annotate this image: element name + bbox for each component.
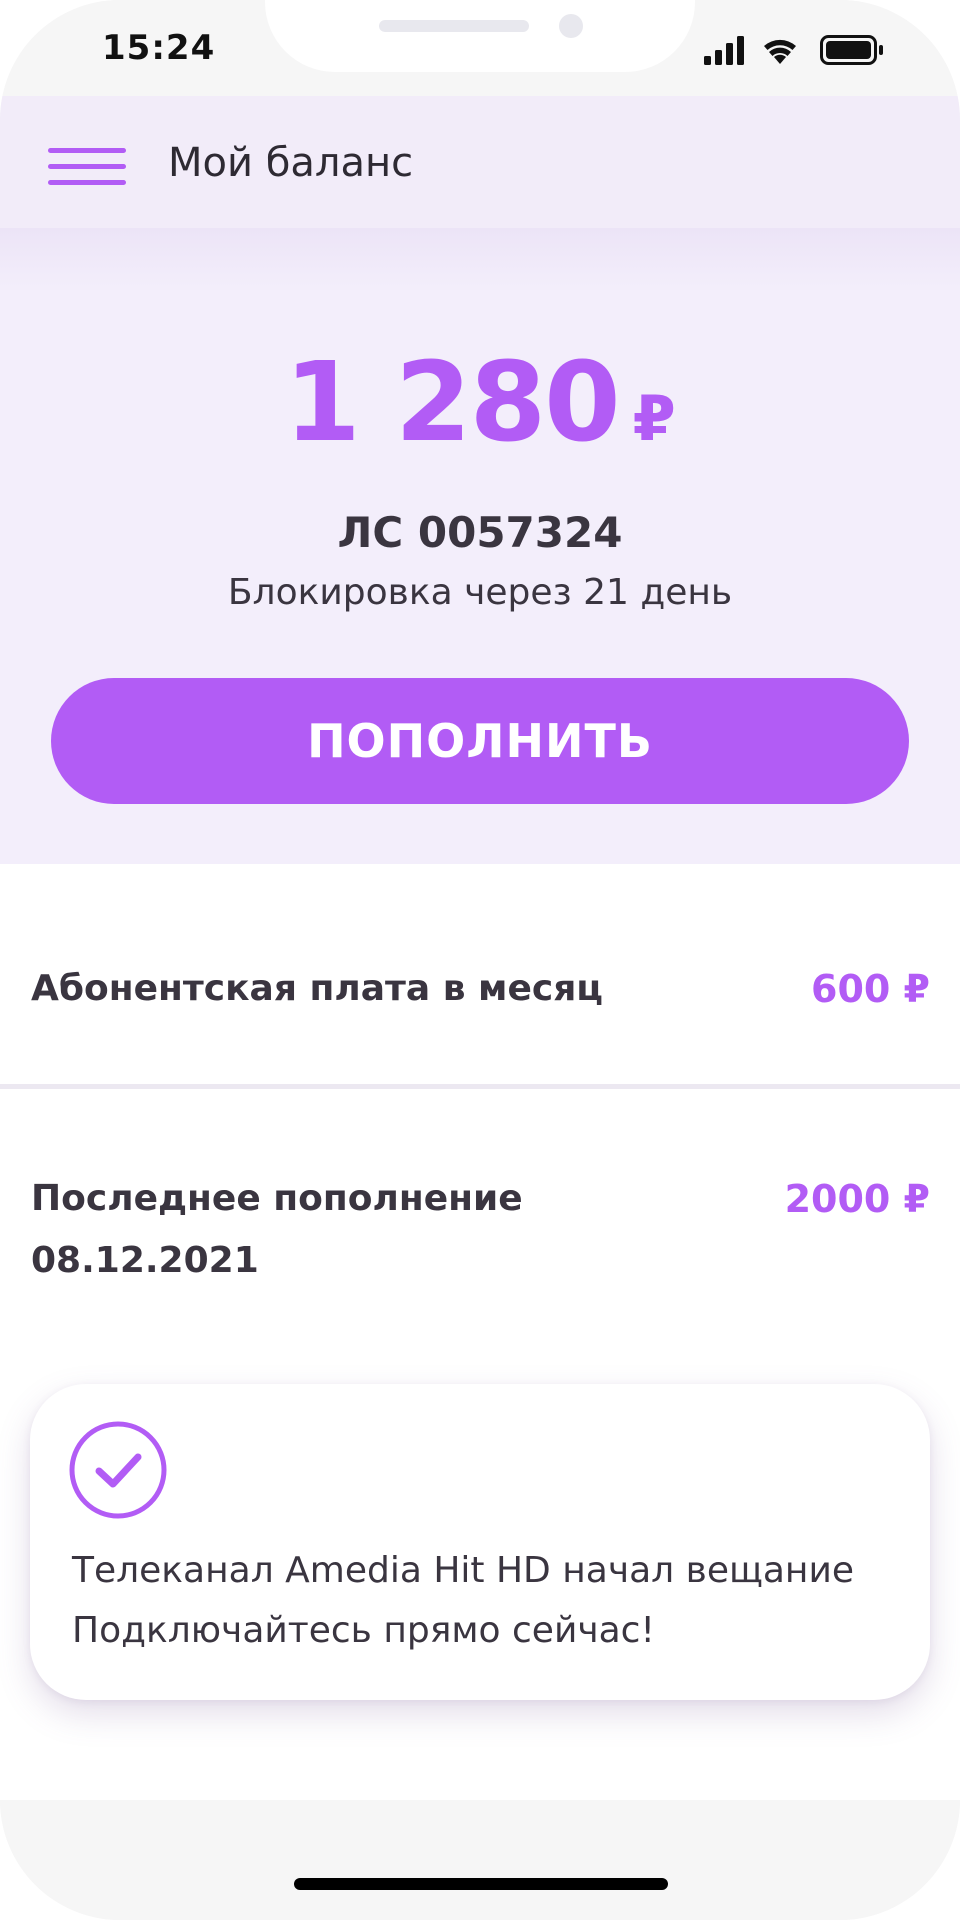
bottom-area (0, 1800, 960, 1920)
balance-number: 1 280 (284, 338, 620, 466)
last-topup-value: 2000 ₽ (784, 1177, 930, 1221)
phone-screen: 15:24 Мой баланс 1 280 ₽ ЛС 0057324 Блок… (0, 0, 960, 1920)
monthly-fee-label: Абонентская плата в месяц (31, 968, 603, 1009)
notch-speaker (379, 20, 529, 32)
account-number: ЛС 0057324 (337, 508, 623, 557)
battery-icon (820, 35, 883, 65)
page-title: Мой баланс (168, 140, 414, 186)
notification-card[interactable]: Телеканал Amedia Hit HD начал вещание По… (30, 1384, 930, 1700)
last-topup-label: Последнее пополнение (31, 1178, 523, 1219)
balance-amount: 1 280 ₽ (0, 338, 960, 466)
notification-title: Телеканал Amedia Hit HD начал вещание (72, 1550, 855, 1591)
status-time: 15:24 (102, 28, 216, 68)
topup-button[interactable]: ПОПОЛНИТЬ (51, 678, 909, 804)
last-topup-date: 08.12.2021 (31, 1240, 259, 1281)
balance-panel: 1 280 ₽ ЛС 0057324 Блокировка через 21 де… (0, 228, 960, 864)
notification-subtitle: Подключайтесь прямо сейчас! (72, 1610, 655, 1651)
hamburger-menu-icon[interactable] (48, 148, 126, 186)
notch-camera (559, 14, 583, 38)
wifi-icon (764, 39, 796, 64)
app-header: Мой баланс (0, 96, 960, 228)
home-indicator[interactable] (294, 1878, 668, 1890)
notch (265, 0, 695, 72)
status-icons (704, 35, 883, 65)
check-circle-icon (69, 1421, 167, 1519)
ruble-sign: ₽ (632, 382, 676, 455)
block-notice: Блокировка через 21 день (227, 572, 733, 613)
divider (0, 1084, 960, 1089)
status-bar: 15:24 (0, 0, 960, 96)
monthly-fee-value: 600 ₽ (811, 967, 930, 1011)
content-area: Абонентская плата в месяц 600 ₽ Последне… (0, 864, 960, 1800)
signal-icon (704, 36, 744, 65)
